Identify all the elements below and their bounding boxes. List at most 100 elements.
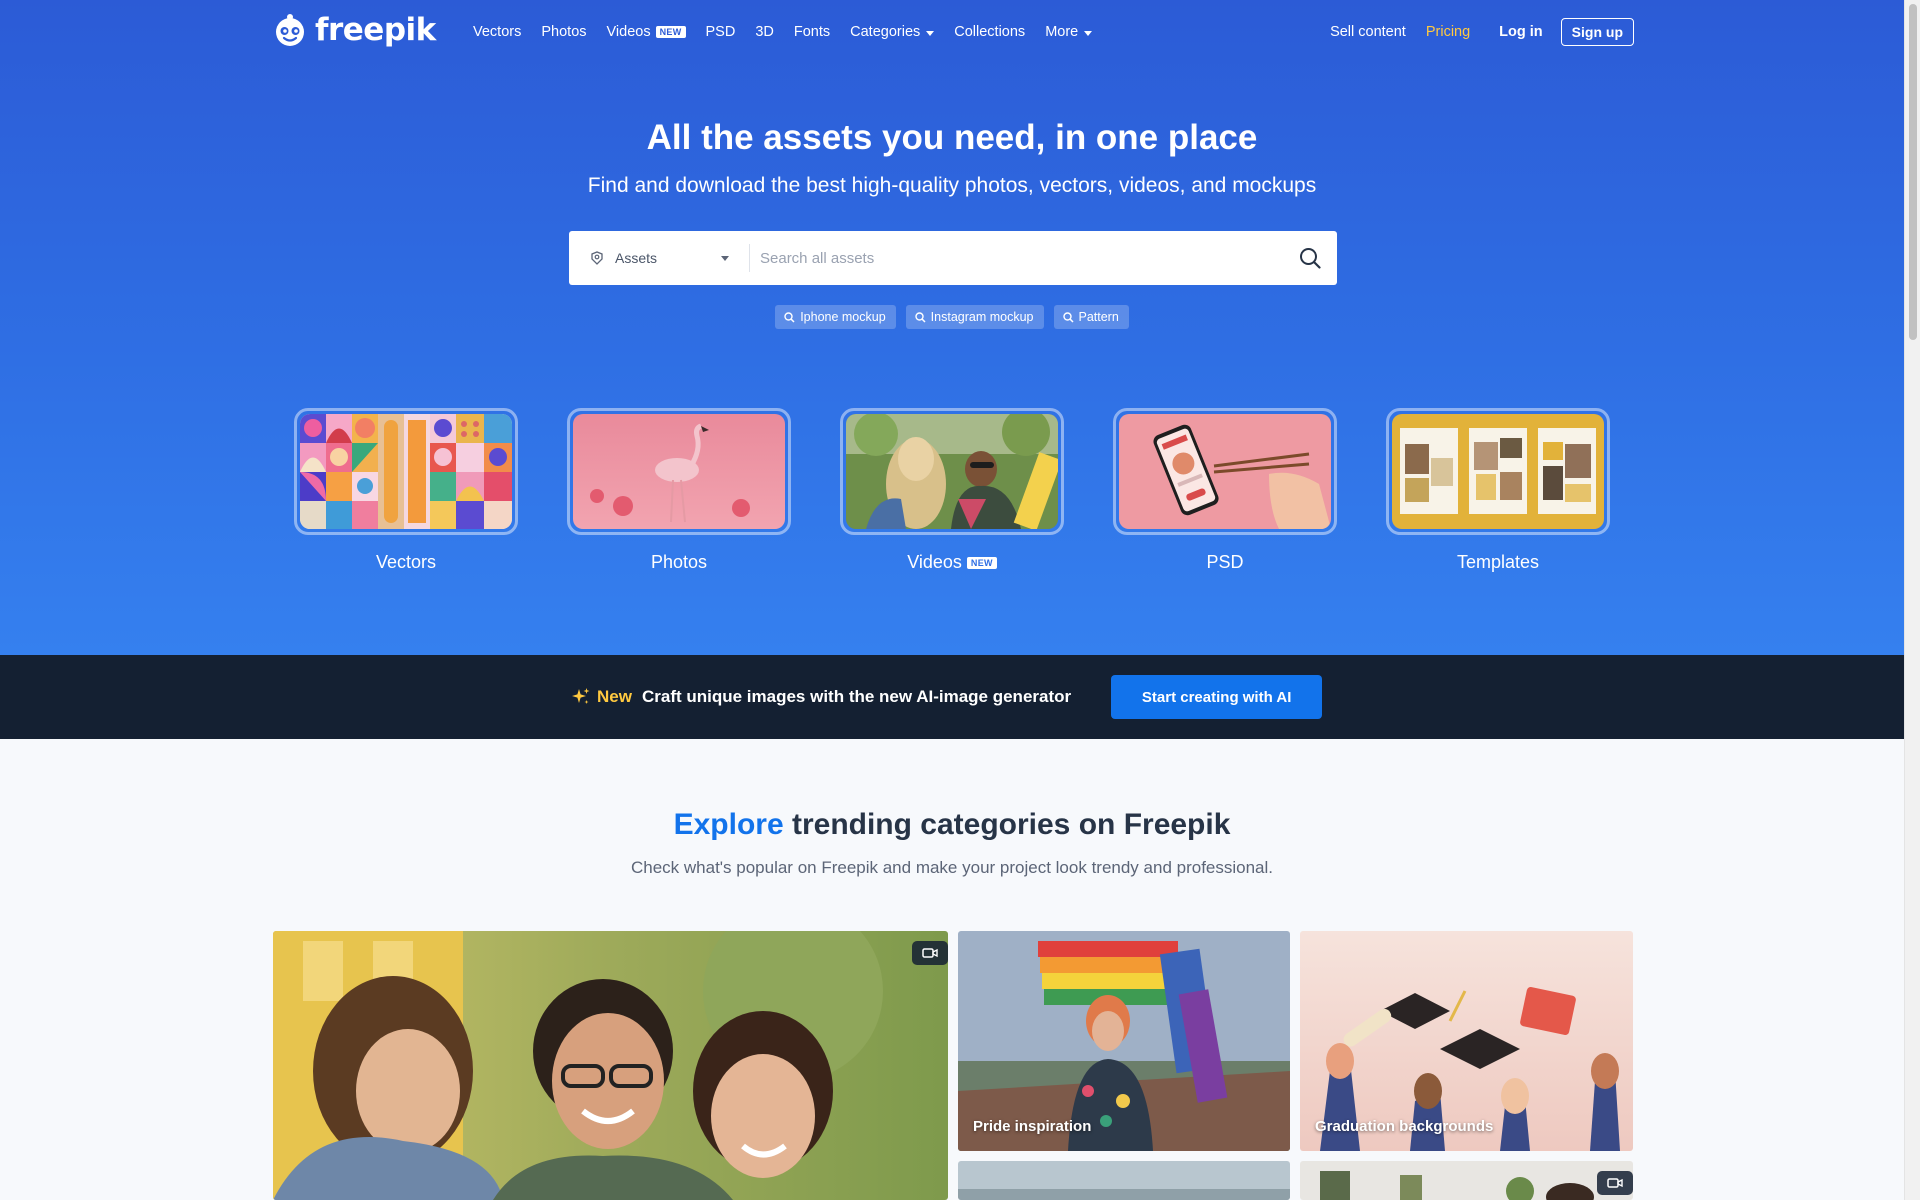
category-vectors[interactable]: Vectors xyxy=(294,408,518,573)
login-link[interactable]: Log in xyxy=(1499,24,1543,40)
signup-button[interactable]: Sign up xyxy=(1560,18,1634,46)
nav-videos-label: Videos xyxy=(606,24,651,40)
new-badge: NEW xyxy=(966,556,997,569)
nav-photos[interactable]: Photos xyxy=(541,24,586,40)
explore-title: Explore trending categories on Freepik xyxy=(0,808,1904,842)
category-thumbnail xyxy=(567,408,791,535)
nav-fonts-label: Fonts xyxy=(793,24,831,40)
explore-title-rest: trending categories on Freepik xyxy=(783,808,1231,841)
nav-fonts[interactable]: Fonts xyxy=(794,24,830,40)
nav-more[interactable]: More xyxy=(1045,24,1093,40)
asset-type-label: Assets xyxy=(615,250,658,266)
templates-image xyxy=(1392,414,1604,529)
explore-subtitle: Check what's popular on Freepik and make… xyxy=(630,858,1274,877)
trending-tile-workspace[interactable] xyxy=(1300,1161,1633,1200)
explore-title-accent: Explore xyxy=(673,808,784,841)
freepik-logo[interactable]: freepik xyxy=(272,10,436,50)
category-label: Photos xyxy=(567,552,791,573)
chevron-down-icon xyxy=(1084,30,1093,36)
main-nav-links: Vectors Photos Videos NEW PSD 3D Fonts Ca… xyxy=(473,0,1112,64)
vectors-pattern-image xyxy=(300,414,512,529)
nav-psd[interactable]: PSD xyxy=(706,24,736,40)
assets-icon xyxy=(591,251,603,265)
ai-banner-content: New Craft unique images with the new AI-… xyxy=(571,655,1323,739)
nav-collections[interactable]: Collections xyxy=(954,24,1025,40)
nav-categories[interactable]: Categories xyxy=(850,24,935,40)
search-input[interactable] xyxy=(750,231,1283,285)
nav-categories-label: Categories xyxy=(850,24,921,40)
nav-account-links: Sell content Pricing Log in Sign up xyxy=(1330,0,1634,64)
workspace-photo-image xyxy=(1300,1161,1633,1200)
category-thumbnail xyxy=(1386,408,1610,535)
page-scrollbar[interactable] xyxy=(1904,0,1920,1200)
suggestion-label: Pattern xyxy=(1078,310,1119,324)
trending-tile-friends[interactable] xyxy=(273,931,948,1200)
category-label-text: Photos xyxy=(650,552,708,572)
category-label: Templates xyxy=(1386,552,1610,573)
video-camera-icon xyxy=(1607,1178,1623,1188)
festival-video-image xyxy=(846,414,1058,529)
landscape-photo-image xyxy=(958,1161,1290,1200)
suggestion-tag[interactable]: Instagram mockup xyxy=(905,305,1044,329)
category-thumbnail xyxy=(1113,408,1337,535)
suggestion-tag[interactable]: Iphone mockup xyxy=(775,305,896,329)
trending-tile-pride[interactable]: Pride inspiration xyxy=(958,931,1290,1151)
nav-3d[interactable]: 3D xyxy=(755,24,774,40)
nav-photos-label: Photos xyxy=(541,24,587,40)
search-button[interactable] xyxy=(1283,231,1337,285)
hero-title: All the assets you need, in one place xyxy=(646,118,1258,157)
nav-collections-label: Collections xyxy=(954,24,1026,40)
asset-type-dropdown[interactable]: Assets xyxy=(569,231,749,285)
ai-banner-text: Craft unique images with the new AI-imag… xyxy=(641,687,1072,706)
chevron-down-icon xyxy=(926,30,935,36)
nav-psd-label: PSD xyxy=(705,24,736,40)
start-creating-ai-button[interactable]: Start creating with AI xyxy=(1111,675,1323,719)
friends-photo-image xyxy=(273,931,948,1200)
category-label-text: Videos xyxy=(907,552,962,572)
top-navigation: freepik Vectors Photos Videos NEW PSD 3D … xyxy=(272,0,1634,64)
trending-tile-landscape[interactable] xyxy=(958,1161,1290,1200)
nav-videos[interactable]: Videos NEW xyxy=(607,24,686,40)
category-psd[interactable]: PSD xyxy=(1113,408,1337,573)
asset-categories: Vectors Photos Videos NEW PSD Templates xyxy=(0,408,1904,578)
tile-label: Pride inspiration xyxy=(973,1118,1092,1135)
category-thumbnail xyxy=(840,408,1064,535)
tile-label: Graduation backgrounds xyxy=(1315,1118,1494,1135)
nav-3d-label: 3D xyxy=(755,24,774,40)
phone-mockup-image xyxy=(1119,414,1331,529)
search-icon xyxy=(1300,248,1321,269)
hero-section: freepik Vectors Photos Videos NEW PSD 3D … xyxy=(0,0,1904,655)
category-templates[interactable]: Templates xyxy=(1386,408,1610,573)
new-badge: NEW xyxy=(655,26,686,38)
sparkle-icon xyxy=(572,688,590,704)
search-bar: Assets xyxy=(569,231,1337,285)
nav-more-label: More xyxy=(1045,24,1079,40)
category-thumbnail xyxy=(294,408,518,535)
ai-new-label: New xyxy=(597,687,632,706)
video-badge xyxy=(1597,1171,1633,1195)
flamingo-photo-image xyxy=(573,414,785,529)
category-label: PSD xyxy=(1113,552,1337,573)
logo-text: freepik xyxy=(315,12,436,48)
category-videos[interactable]: Videos NEW xyxy=(840,408,1064,573)
sell-content-link[interactable]: Sell content xyxy=(1330,24,1406,40)
nav-vectors[interactable]: Vectors xyxy=(473,24,521,40)
ai-promo-banner: New Craft unique images with the new AI-… xyxy=(0,655,1904,739)
search-icon xyxy=(1062,311,1074,323)
trending-tile-graduation[interactable]: Graduation backgrounds xyxy=(1300,931,1633,1151)
category-label-text: Templates xyxy=(1456,552,1540,572)
nav-vectors-label: Vectors xyxy=(473,24,522,40)
video-camera-icon xyxy=(922,948,938,958)
category-label-text: Vectors xyxy=(375,552,437,572)
suggestion-tag[interactable]: Pattern xyxy=(1053,305,1129,329)
search-icon xyxy=(914,311,926,323)
hero-subtitle: Find and download the best high-quality … xyxy=(587,174,1317,197)
suggestion-label: Instagram mockup xyxy=(930,310,1034,324)
category-label: Vectors xyxy=(294,552,518,573)
search-icon xyxy=(784,311,795,323)
pricing-link[interactable]: Pricing xyxy=(1426,24,1470,40)
scrollbar-thumb[interactable] xyxy=(1909,4,1917,340)
search-suggestions: Iphone mockup Instagram mockup Pattern xyxy=(0,305,1904,329)
category-photos[interactable]: Photos xyxy=(567,408,791,573)
category-label-text: PSD xyxy=(1206,552,1244,572)
